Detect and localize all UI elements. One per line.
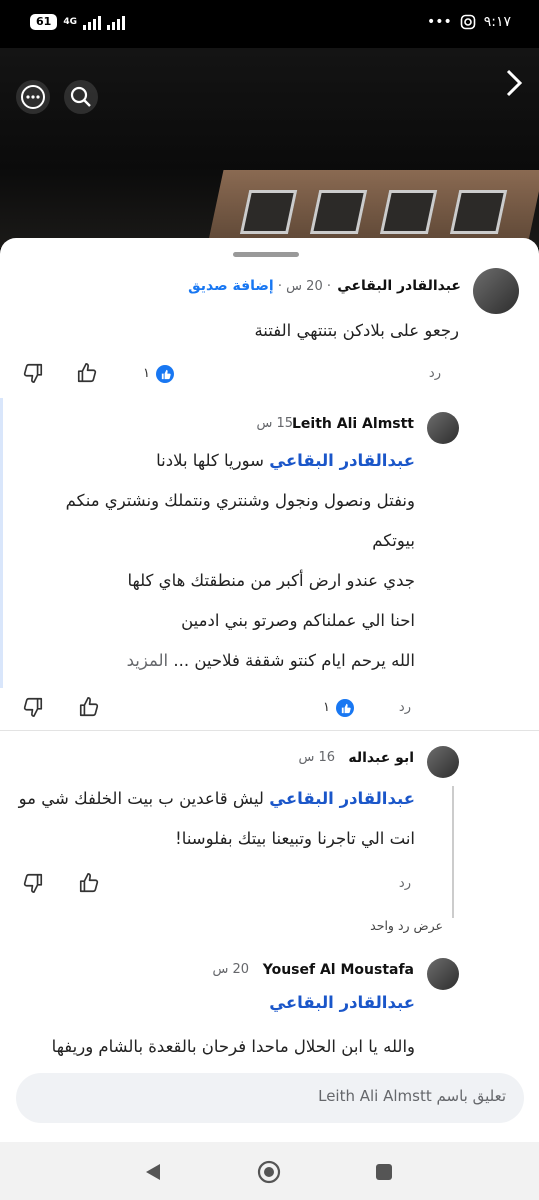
home-nav-icon[interactable]	[257, 1160, 281, 1184]
like-icon[interactable]	[78, 696, 100, 718]
like-icon[interactable]	[76, 362, 98, 384]
comment-author[interactable]: Leith Ali Almstt	[292, 416, 414, 432]
avatar[interactable]	[427, 412, 459, 444]
battery-indicator: 61	[30, 14, 58, 30]
comment-time[interactable]: 16 س	[298, 750, 335, 765]
comment-text-line: عبدالقادر البقاعي ليش قاعدين ب بيت الخلف…	[19, 784, 415, 814]
dislike-icon[interactable]	[22, 362, 44, 384]
network-type: 4G	[63, 17, 77, 27]
comment-time[interactable]: 20 س	[286, 279, 323, 294]
reply-button[interactable]: رد	[429, 366, 441, 381]
instagram-icon	[460, 14, 476, 30]
signal-icon	[82, 14, 101, 30]
dislike-icon[interactable]	[22, 872, 44, 894]
recents-nav-icon[interactable]	[374, 1162, 394, 1182]
avatar[interactable]	[427, 958, 459, 990]
next-button[interactable]	[503, 66, 525, 104]
signal-icon-2	[106, 14, 125, 30]
comment-input-placeholder: تعليق باسم Leith Ali Almstt	[318, 1087, 506, 1105]
comment-time[interactable]: 15 س	[256, 416, 293, 431]
clock: ٩:١٧	[483, 14, 511, 30]
comment-separator-2: ·	[277, 279, 283, 294]
like-count: ١	[323, 700, 330, 715]
dislike-icon[interactable]	[22, 696, 44, 718]
comment-time[interactable]: 20 س	[212, 962, 249, 977]
chevron-right-icon	[506, 69, 523, 97]
comments-sheet: عبدالقادر البقاعي · 20 س · إضافة صديق رج…	[0, 238, 539, 1200]
comment-text: رجعو على بلادكن بتنتهي الفتنة	[254, 321, 459, 340]
see-more-link[interactable]: المزيد	[127, 651, 169, 670]
comment-author[interactable]: ابو عبداله	[348, 750, 414, 766]
like-icon[interactable]	[78, 872, 100, 894]
comment-text-rest: ليش قاعدين ب بيت الخلفك شي مو	[18, 789, 264, 808]
back-nav-icon[interactable]	[144, 1162, 162, 1182]
reply-button[interactable]: رد	[399, 700, 411, 715]
reply-button[interactable]: رد	[399, 876, 411, 891]
comment-text-line: والله يا ابن الحلال ماحدا فرحان بالقعدة …	[51, 1037, 415, 1056]
comment-author[interactable]: Yousef Al Moustafa	[263, 962, 414, 978]
comment-text-line: عبدالقادر البقاعي سوريا كلها بلادنا	[156, 446, 415, 476]
mention-link[interactable]: عبدالقادر البقاعي	[269, 993, 415, 1012]
comment-text-line: انت الي تاجرنا وتبيعنا بيتك بفلوسنا!	[175, 829, 415, 848]
building-image	[206, 170, 539, 248]
dots-icon: •••	[426, 14, 452, 30]
comment-text-line: ونفتل ونصول ونجول وشنتري ونتملك ونشتري م…	[65, 491, 415, 510]
system-nav-bar	[0, 1142, 539, 1200]
like-count: ١	[143, 366, 150, 381]
thread-line	[452, 786, 454, 918]
post-photo	[0, 48, 539, 248]
search-icon	[70, 86, 91, 107]
status-bar: 61 4G ••• ٩:١٧	[0, 0, 539, 48]
reply-thread-line	[0, 398, 3, 688]
comment-text-line: احنا الي عملناكم وصرتو بني ادمين	[181, 611, 415, 630]
comment-text-line: بيوتكم	[372, 531, 415, 550]
avatar[interactable]	[427, 746, 459, 778]
view-replies-link[interactable]: عرض رد واحد	[370, 918, 443, 933]
like-reaction-icon	[336, 699, 354, 717]
divider	[0, 730, 539, 731]
comment-text-last: الله يرحم ايام كنتو شقفة فلاحين ...	[173, 651, 415, 670]
comment-text-line: الله يرحم ايام كنتو شقفة فلاحين ... المز…	[127, 646, 415, 676]
comment-separator: ·	[326, 279, 331, 294]
more-options-button[interactable]	[16, 80, 50, 114]
like-reaction-icon	[156, 365, 174, 383]
mention-link[interactable]: عبدالقادر البقاعي	[269, 451, 415, 470]
more-dots-icon	[21, 85, 45, 109]
mention-link[interactable]: عبدالقادر البقاعي	[269, 789, 415, 808]
comment-text-rest: سوريا كلها بلادنا	[156, 451, 264, 470]
search-button[interactable]	[64, 80, 98, 114]
avatar[interactable]	[473, 268, 519, 314]
add-friend-link[interactable]: إضافة صديق	[188, 278, 274, 294]
comment-input[interactable]: تعليق باسم Leith Ali Almstt	[16, 1073, 524, 1123]
comment-text-line: جدي عندو ارض أكبر من منطقتك هاي كلها	[127, 571, 415, 590]
comment-author[interactable]: عبدالقادر البقاعي	[337, 278, 461, 294]
comment-text-line: عبدالقادر البقاعي	[269, 988, 415, 1018]
drag-handle[interactable]	[233, 252, 299, 257]
